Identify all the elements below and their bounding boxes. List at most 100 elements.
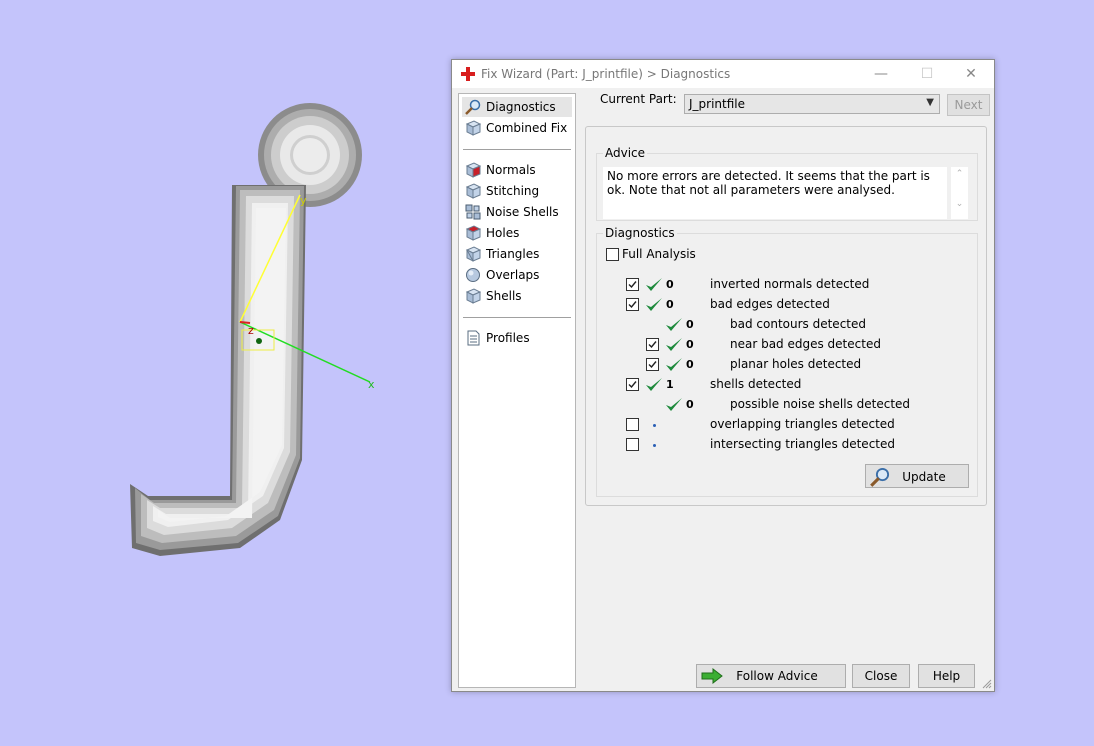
noise-shells-icon	[465, 204, 481, 220]
nav-item-stitching[interactable]: Stitching	[462, 181, 572, 201]
green-arrow-icon	[701, 668, 723, 684]
diagnostic-row: 0 planar holes detected	[597, 356, 967, 374]
overlaps-icon	[466, 268, 480, 282]
holes-cube-icon	[465, 225, 481, 241]
update-label: Update	[902, 470, 946, 484]
diagnostic-label: intersecting triangles detected	[710, 437, 895, 451]
help-button[interactable]: Help	[918, 664, 975, 688]
checkmark-icon	[628, 301, 637, 309]
diagnostic-count: 0	[686, 318, 694, 331]
diagnostic-count: 0	[686, 358, 694, 371]
current-part-label: Current Part:	[600, 92, 677, 106]
diagnostic-label: possible noise shells detected	[730, 397, 911, 411]
ok-check-icon	[664, 316, 684, 334]
nav-label: Stitching	[486, 184, 540, 198]
nav-divider	[463, 149, 571, 150]
advice-scrollbar[interactable]: ⌃ ⌄	[951, 167, 968, 219]
close-button[interactable]: Close	[852, 664, 910, 688]
3d-viewport[interactable]: y x z	[0, 0, 440, 743]
j-model: y x z	[130, 103, 375, 556]
diagnostic-label: bad contours detected	[730, 317, 866, 331]
checkmark-icon	[648, 361, 657, 369]
nav-item-normals[interactable]: Normals	[462, 160, 572, 180]
window-title: Fix Wizard (Part: J_printfile) > Diagnos…	[481, 67, 731, 81]
diagnostic-label: bad edges detected	[710, 297, 830, 311]
nav-item-triangles[interactable]: Triangles	[462, 244, 572, 264]
document-icon	[467, 330, 480, 346]
diagnostic-checkbox[interactable]	[626, 298, 639, 311]
diagnostic-row: 0 near bad edges detected	[597, 336, 967, 354]
nav-item-holes[interactable]: Holes	[462, 223, 572, 243]
diagnostic-row: 0 inverted normals detected	[597, 276, 967, 294]
nav-item-shells[interactable]: Shells	[462, 286, 572, 306]
advice-group: Advice No more errors are detected. It s…	[596, 146, 978, 221]
diagnostic-count: 1	[666, 378, 674, 391]
nav-label: Overlaps	[486, 268, 540, 282]
diagnostic-count: 0	[686, 398, 694, 411]
diagnostic-checkbox[interactable]	[646, 358, 659, 371]
diagnostics-title: Diagnostics	[603, 226, 677, 240]
pending-dot-icon	[653, 424, 656, 427]
nav-item-combined-fix[interactable]: Combined Fix	[462, 118, 572, 138]
full-analysis-checkbox[interactable]	[606, 248, 619, 261]
diagnostic-checkbox[interactable]	[626, 378, 639, 391]
scroll-up-icon[interactable]: ⌃	[951, 169, 968, 179]
ok-check-icon	[664, 396, 684, 414]
full-analysis-label: Full Analysis	[622, 247, 696, 261]
diagnostic-checkbox[interactable]	[626, 278, 639, 291]
nav-divider	[463, 317, 571, 318]
maximize-button[interactable]: ☐	[904, 60, 950, 88]
title-bar[interactable]: Fix Wizard (Part: J_printfile) > Diagnos…	[452, 60, 994, 88]
diagnostic-row: overlapping triangles detected	[597, 416, 967, 434]
ok-check-icon	[644, 276, 664, 294]
diagnostic-count: 0	[666, 278, 674, 291]
nav-label: Diagnostics	[486, 100, 556, 114]
follow-advice-button[interactable]: Follow Advice	[696, 664, 846, 688]
diagnostic-row: 0 possible noise shells detected	[597, 396, 967, 414]
nav-label: Normals	[486, 163, 536, 177]
close-window-button[interactable]: ✕	[948, 60, 994, 88]
nav-label: Noise Shells	[486, 205, 559, 219]
nav-item-overlaps[interactable]: Overlaps	[462, 265, 572, 285]
update-button[interactable]: Update	[865, 464, 969, 488]
nav-label: Shells	[486, 289, 522, 303]
checkmark-icon	[628, 381, 637, 389]
nav-label: Holes	[486, 226, 520, 240]
triangles-icon	[465, 246, 481, 262]
advice-text: No more errors are detected. It seems th…	[603, 167, 947, 219]
diagnostic-checkbox[interactable]	[646, 338, 659, 351]
current-part-value: J_printfile	[689, 97, 746, 111]
current-part-select[interactable]: J_printfile ▼	[684, 94, 940, 114]
advice-title: Advice	[603, 146, 648, 160]
diagnostic-label: near bad edges detected	[730, 337, 881, 351]
diagnostic-row: intersecting triangles detected	[597, 436, 967, 454]
nav-item-profiles[interactable]: Profiles	[462, 328, 572, 348]
fix-wizard-window: Fix Wizard (Part: J_printfile) > Diagnos…	[451, 59, 995, 692]
diagnostic-row: 0 bad contours detected	[597, 316, 967, 334]
diagnostic-row: 0 bad edges detected	[597, 296, 967, 314]
diagnostic-count: 0	[666, 298, 674, 311]
diagnostics-panel: Advice No more errors are detected. It s…	[585, 126, 987, 506]
diagnostic-count: 0	[686, 338, 694, 351]
diagnostic-label: planar holes detected	[730, 357, 862, 371]
follow-advice-label: Follow Advice	[736, 669, 818, 683]
nav-item-noise-shells[interactable]: Noise Shells	[462, 202, 572, 222]
nav-item-diagnostics[interactable]: Diagnostics	[462, 97, 572, 117]
ok-check-icon	[644, 376, 664, 394]
chevron-down-icon: ▼	[926, 97, 934, 108]
axis-z-label: z	[248, 324, 254, 337]
minimize-button[interactable]: —	[858, 60, 904, 88]
resize-grip-icon[interactable]	[982, 679, 992, 689]
stitching-cube-icon	[465, 183, 481, 199]
scroll-down-icon[interactable]: ⌄	[951, 199, 968, 209]
pending-dot-icon	[653, 444, 656, 447]
diagnostic-checkbox[interactable]	[626, 418, 639, 431]
diagnostic-label: inverted normals detected	[710, 277, 870, 291]
nav-label: Triangles	[486, 247, 540, 261]
next-button[interactable]: Next	[947, 94, 990, 116]
diagnostic-checkbox[interactable]	[626, 438, 639, 451]
diagnostic-label: overlapping triangles detected	[710, 417, 895, 431]
checkmark-icon	[648, 341, 657, 349]
checkmark-icon	[628, 281, 637, 289]
normals-cube-icon	[465, 162, 481, 178]
